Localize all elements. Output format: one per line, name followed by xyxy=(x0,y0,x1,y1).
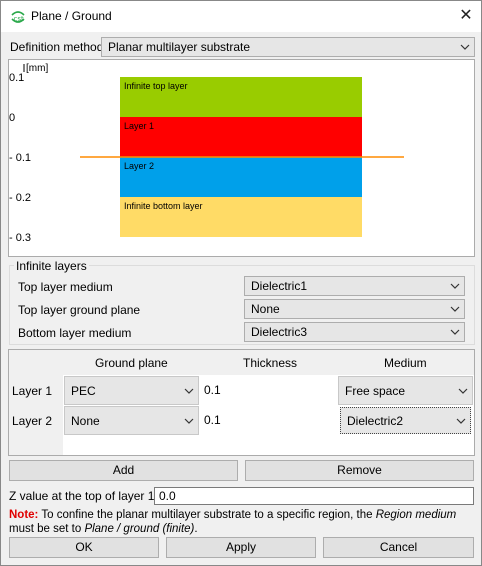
layer-block xyxy=(120,157,362,197)
row-label-layer-1: Layer 1 xyxy=(12,384,53,398)
layer-2-ground-value: None xyxy=(71,414,100,428)
layer-name-label: Layer 2 xyxy=(124,161,154,171)
y-tick-label: - 0.1 xyxy=(9,152,31,164)
row-header-column xyxy=(9,350,63,455)
note-part-1: To confine the planar multilayer substra… xyxy=(38,509,376,521)
layer-diagram: [mm] 0.1 0 - 0.1 - 0.2 - 0.3 Infinite top la… xyxy=(8,59,475,257)
layer-1-ground-select[interactable]: PEC xyxy=(64,376,199,405)
layer-name-label: Infinite bottom layer xyxy=(124,201,203,211)
title-bar: cst Plane / Ground ✕ xyxy=(1,1,481,32)
layer-block xyxy=(120,117,362,157)
definition-method-select[interactable]: Planar multilayer substrate xyxy=(101,37,475,57)
header-thickness: Thickness xyxy=(243,356,298,370)
y-tick-label: - 0.2 xyxy=(9,192,31,204)
chevron-down-icon xyxy=(184,418,194,424)
header-ground-plane: Ground plane xyxy=(95,356,168,370)
chevron-down-icon xyxy=(184,388,194,394)
add-layer-button[interactable]: Add xyxy=(9,460,238,481)
note-prefix: Note: xyxy=(9,509,39,521)
window-title: Plane / Ground xyxy=(31,9,112,23)
infinite-layers-title: Infinite layers xyxy=(14,259,89,273)
bottom-layer-medium-select[interactable]: Dielectric3 xyxy=(244,322,465,342)
top-layer-ground-value: None xyxy=(251,302,280,316)
chevron-down-icon xyxy=(456,418,466,424)
note-part-2: must be set to xyxy=(9,523,85,535)
layer-table: Ground plane Thickness Medium Layer 1 PE… xyxy=(8,349,475,456)
note-text: Note: To confine the planar multilayer s… xyxy=(9,508,475,536)
layer-diagram-svg: [mm] 0.1 0 - 0.1 - 0.2 - 0.3 Infinite top la… xyxy=(9,63,404,244)
definition-method-value: Planar multilayer substrate xyxy=(108,40,251,54)
definition-method-label: Definition method xyxy=(10,40,104,54)
top-layer-ground-label: Top layer ground plane xyxy=(18,303,141,317)
header-medium: Medium xyxy=(384,356,427,370)
layer-2-medium-value: Dielectric2 xyxy=(347,414,404,428)
layer-1-ground-value: PEC xyxy=(71,384,96,398)
y-tick-label: 0.1 xyxy=(9,72,24,84)
close-icon[interactable]: ✕ xyxy=(455,5,477,27)
z-value-input[interactable]: 0.0 xyxy=(154,487,474,505)
bottom-layer-medium-value: Dielectric3 xyxy=(251,325,308,339)
layer-1-thickness[interactable]: 0.1 xyxy=(204,383,221,397)
layer-2-ground-select[interactable]: None xyxy=(64,406,199,435)
chevron-down-icon xyxy=(458,388,468,394)
layer-2-medium-select[interactable]: Dielectric2 xyxy=(340,407,471,434)
ok-button[interactable]: OK xyxy=(9,537,159,558)
top-layer-medium-select[interactable]: Dielectric1 xyxy=(244,276,465,296)
bottom-layer-medium-label: Bottom layer medium xyxy=(18,326,132,340)
apply-button[interactable]: Apply xyxy=(166,537,316,558)
layer-name-label: Infinite top layer xyxy=(124,81,188,91)
cst-logo-icon: cst xyxy=(11,11,25,23)
top-layer-medium-label: Top layer medium xyxy=(18,280,113,294)
y-tick-label: - 0.3 xyxy=(9,232,31,244)
chevron-down-icon xyxy=(450,329,460,335)
chevron-down-icon xyxy=(450,306,460,312)
remove-layer-button[interactable]: Remove xyxy=(245,460,474,481)
plane-ground-dialog: cst Plane / Ground ✕ Definition method P… xyxy=(0,0,482,566)
top-layer-ground-select[interactable]: None xyxy=(244,299,465,319)
note-part-3: . xyxy=(194,523,198,535)
layer-1-medium-value: Free space xyxy=(345,384,406,398)
z-value-label: Z value at the top of layer 1 xyxy=(9,489,155,503)
layer-1-medium-select[interactable]: Free space xyxy=(338,376,473,405)
svg-text:cst: cst xyxy=(14,15,24,23)
z-value-text: 0.0 xyxy=(159,489,176,503)
layer-2-thickness[interactable]: 0.1 xyxy=(204,413,221,427)
note-emphasis-plane-ground: Plane / ground (finite) xyxy=(84,523,195,535)
note-emphasis-region-medium: Region medium xyxy=(375,509,457,521)
chevron-down-icon xyxy=(460,44,470,50)
y-tick-label: 0 xyxy=(9,112,15,124)
layer-name-label: Layer 1 xyxy=(124,121,154,131)
chevron-down-icon xyxy=(450,283,460,289)
top-layer-medium-value: Dielectric1 xyxy=(251,279,308,293)
unit-label: [mm] xyxy=(26,63,48,74)
row-label-layer-2: Layer 2 xyxy=(12,414,53,428)
cancel-button[interactable]: Cancel xyxy=(323,537,474,558)
